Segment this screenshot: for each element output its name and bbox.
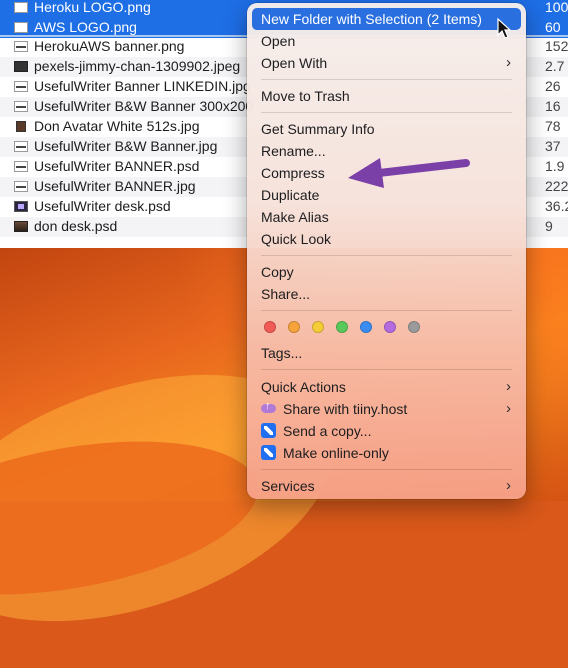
menu-item-label: Open With xyxy=(261,55,328,71)
file-size: 16 xyxy=(545,98,561,114)
dropbox-icon xyxy=(261,445,276,460)
menu-item-open[interactable]: Open xyxy=(252,30,521,52)
file-name: don desk.psd xyxy=(34,218,118,234)
file-thumbnail-icon xyxy=(14,2,28,13)
file-thumbnail-icon xyxy=(14,81,28,92)
menu-separator xyxy=(261,469,512,470)
menu-item-quick-actions[interactable]: Quick Actions › xyxy=(252,376,521,398)
file-size: 152 xyxy=(545,38,568,54)
menu-separator xyxy=(261,112,512,113)
file-thumbnail-icon xyxy=(14,61,28,72)
file-size: 222 xyxy=(545,178,568,194)
file-thumbnail-icon xyxy=(14,201,28,212)
file-name: UsefulWriter Banner LINKEDIN.jpg xyxy=(34,78,251,94)
menu-item-send-a-copy[interactable]: Send a copy... xyxy=(252,420,521,442)
menu-item-label: Make Alias xyxy=(261,209,329,225)
file-thumbnail-icon xyxy=(14,141,28,152)
chevron-right-icon: › xyxy=(506,378,511,395)
cloud-upload-icon xyxy=(261,400,276,416)
file-name: Heroku LOGO.png xyxy=(34,0,151,15)
menu-item-get-summary-info[interactable]: Get Summary Info xyxy=(252,118,521,140)
file-thumbnail-icon xyxy=(16,121,26,132)
file-name: UsefulWriter B&W Banner 300x200 xyxy=(34,98,254,114)
tag-red-dot[interactable] xyxy=(264,321,276,333)
file-thumbnail-icon xyxy=(14,41,28,52)
menu-item-label: Send a copy... xyxy=(283,423,372,439)
menu-item-label: Duplicate xyxy=(261,187,320,203)
chevron-right-icon: › xyxy=(506,400,511,417)
menu-item-label: Get Summary Info xyxy=(261,121,375,137)
file-size: 26 xyxy=(545,78,561,94)
menu-item-label: Rename... xyxy=(261,143,326,159)
menu-separator xyxy=(261,310,512,311)
file-size: 1.9 xyxy=(545,158,565,174)
menu-item-label: Quick Actions xyxy=(261,379,346,395)
file-name: HerokuAWS banner.png xyxy=(34,38,185,54)
menu-item-label: Quick Look xyxy=(261,231,332,247)
file-size: 2.7 xyxy=(545,58,565,74)
menu-item-label: Compress xyxy=(261,165,325,181)
file-thumbnail-icon xyxy=(14,101,28,112)
menu-item-copy[interactable]: Copy xyxy=(252,261,521,283)
menu-item-label: Tags... xyxy=(261,345,303,361)
file-name: UsefulWriter desk.psd xyxy=(34,198,171,214)
mouse-cursor-icon xyxy=(497,18,512,39)
tag-gray-dot[interactable] xyxy=(408,321,420,333)
menu-item-share[interactable]: Share... xyxy=(252,283,521,305)
tag-blue-dot[interactable] xyxy=(360,321,372,333)
menu-separator xyxy=(261,255,512,256)
file-size: 36.2 xyxy=(545,198,568,214)
chevron-right-icon: › xyxy=(506,477,511,494)
tag-yellow-dot[interactable] xyxy=(312,321,324,333)
menu-separator xyxy=(261,369,512,370)
file-size: 100 xyxy=(545,0,568,15)
menu-item-share-with-tiiny-host[interactable]: Share with tiiny.host › xyxy=(252,398,521,420)
file-thumbnail-icon xyxy=(14,221,28,232)
file-name: Don Avatar White 512s.jpg xyxy=(34,118,200,134)
file-size: 37 xyxy=(545,138,561,154)
menu-item-make-online-only[interactable]: Make online-only xyxy=(252,442,521,464)
menu-item-services[interactable]: Services › xyxy=(252,475,521,497)
menu-item-label: Make online-only xyxy=(283,445,389,461)
menu-item-label: New Folder with Selection (2 Items) xyxy=(261,11,482,27)
file-name: UsefulWriter B&W Banner.jpg xyxy=(34,138,218,154)
file-name: AWS LOGO.png xyxy=(34,19,137,35)
menu-item-quick-look[interactable]: Quick Look xyxy=(252,228,521,250)
file-size: 9 xyxy=(545,218,553,234)
file-name: pexels-jimmy-chan-1309902.jpeg xyxy=(34,58,241,74)
menu-item-label: Copy xyxy=(261,264,294,280)
tag-purple-dot[interactable] xyxy=(384,321,396,333)
menu-separator xyxy=(261,79,512,80)
menu-item-label: Services xyxy=(261,478,315,494)
file-name: UsefulWriter BANNER.psd xyxy=(34,158,200,174)
menu-item-new-folder-with-selection[interactable]: New Folder with Selection (2 Items) xyxy=(252,8,521,30)
file-thumbnail-icon xyxy=(14,22,28,33)
file-size: 78 xyxy=(545,118,561,134)
menu-item-open-with[interactable]: Open With › xyxy=(252,52,521,74)
file-size: 60 xyxy=(545,19,561,35)
menu-item-make-alias[interactable]: Make Alias xyxy=(252,206,521,228)
annotation-arrow-icon xyxy=(348,158,470,188)
chevron-right-icon: › xyxy=(506,54,511,71)
tag-orange-dot[interactable] xyxy=(288,321,300,333)
menu-item-label: Move to Trash xyxy=(261,88,350,104)
menu-item-label: Open xyxy=(261,33,296,49)
file-name: UsefulWriter BANNER.jpg xyxy=(34,178,196,194)
dropbox-icon xyxy=(261,423,276,438)
menu-item-label: Share with tiiny.host xyxy=(283,401,408,417)
menu-item-label: Share... xyxy=(261,286,311,302)
context-menu: New Folder with Selection (2 Items) Open… xyxy=(247,3,526,499)
tag-green-dot[interactable] xyxy=(336,321,348,333)
menu-item-move-to-trash[interactable]: Move to Trash xyxy=(252,85,521,107)
menu-item-tags[interactable]: Tags... xyxy=(252,342,521,364)
file-thumbnail-icon xyxy=(14,161,28,172)
file-thumbnail-icon xyxy=(14,181,28,192)
